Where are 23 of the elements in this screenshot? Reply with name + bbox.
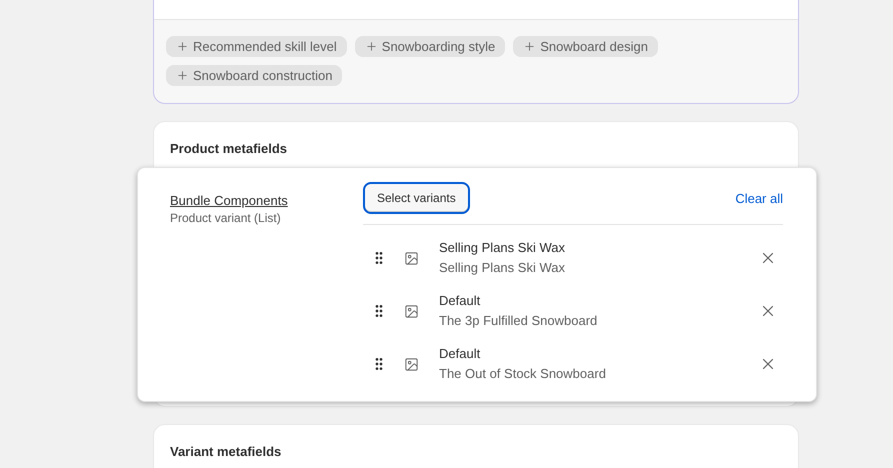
plus-icon — [364, 40, 378, 53]
suggestion-chip[interactable]: Snowboard construction — [166, 65, 342, 86]
clear-all-link[interactable]: Clear all — [735, 189, 783, 209]
suggestion-chip[interactable]: Snowboard design — [513, 36, 658, 57]
suggestion-chip[interactable]: Recommended skill level — [166, 36, 347, 57]
item-title: Selling Plans Ski Wax — [439, 239, 566, 257]
card-title: Variant metafields — [169, 443, 282, 460]
suggestion-chip[interactable]: Snowboarding style — [354, 36, 506, 57]
item-title: Default — [439, 345, 482, 363]
select-variants-button[interactable]: Select variants — [363, 182, 470, 214]
item-subtitle: The 3p Fulfilled Snowboard — [439, 312, 598, 330]
plus-icon — [176, 69, 189, 82]
item-subtitle: The Out of Stock Snowboard — [439, 365, 607, 383]
item-subtitle: Selling Plans Ski Wax — [439, 259, 566, 277]
plus-icon — [176, 40, 189, 53]
card-title: Product metafields — [169, 140, 288, 157]
image-icon — [404, 356, 419, 372]
item-title: Default — [439, 292, 482, 310]
image-icon — [404, 250, 419, 266]
plus-icon — [523, 40, 536, 53]
field-type: Product variant (List) — [170, 210, 282, 227]
image-icon — [404, 304, 419, 318]
field-name-link[interactable]: Bundle Components — [170, 192, 288, 209]
